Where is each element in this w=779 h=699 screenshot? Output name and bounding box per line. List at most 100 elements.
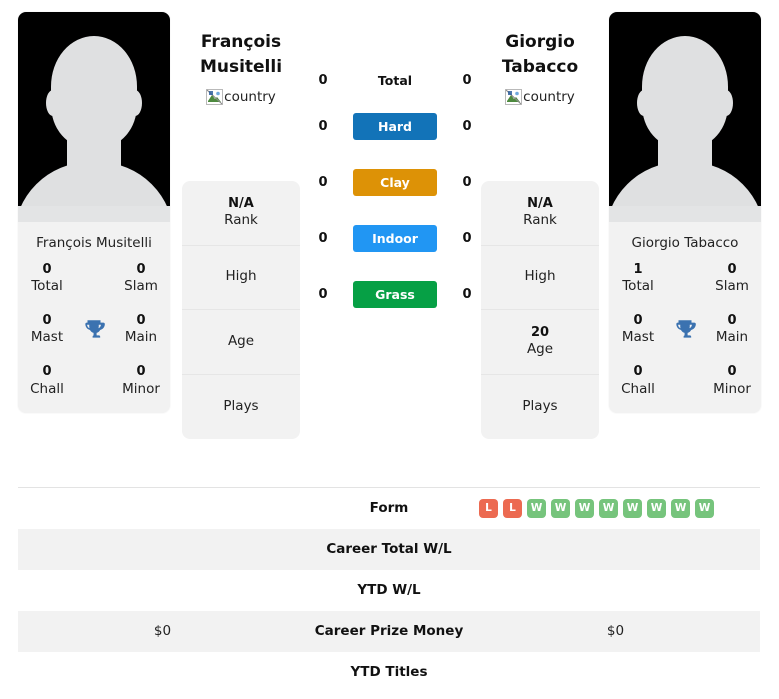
titles-main-label-left: Main [124,329,158,346]
player-card-left[interactable]: François Musitelli 0 Total 0 Slam 0 Mast [18,12,170,414]
titles-mast-label-right: Mast [621,329,655,346]
player-card-right[interactable]: Giorgio Tabacco 1 Total 0 Slam 0 Mast 0 [609,12,761,414]
form-badge-win[interactable]: W [695,498,714,518]
avatar-ear-right-shape [128,90,142,116]
avatar-head-shape [51,36,137,148]
trophy-icon [72,317,116,343]
titles-slam-left: 0 Slam [116,262,166,295]
titles-mast-left: 0 Mast [22,313,72,346]
surface-total-right-value: 0 [462,72,472,88]
info-row-high-right: High [481,246,599,310]
form-badge-win[interactable]: W [551,498,570,518]
titles-chall-right: 0 Chall [613,364,663,397]
surface-indoor-right-value: 0 [462,230,472,246]
info-high-label-right: High [524,268,556,285]
info-rank-value-left: N/A [228,195,254,211]
info-row-age-right: 20 Age [481,310,599,375]
titles-slam-right: 0 Slam [707,262,757,295]
titles-slam-label-right: Slam [715,278,749,295]
avatar-head-shape [642,36,728,148]
career-total-wl-right [471,529,760,570]
form-badge-loss[interactable]: L [503,498,522,518]
titles-minor-label-left: Minor [122,380,160,397]
titles-chall-value-left: 0 [42,364,52,380]
titles-main-right: 0 Main [707,313,757,346]
form-badge-win[interactable]: W [623,498,642,518]
player-heading-block-left: François Musitelli country [178,30,304,109]
career-prize-money-label: Career Prize Money [314,623,464,639]
ytd-titles-label: YTD Titles [350,664,428,680]
info-row-rank-right: N/A Rank [481,181,599,246]
titles-chall-label-right: Chall [621,380,655,397]
career-prize-money-right: $0 [606,623,625,639]
surface-badge-grass[interactable]: Grass [353,280,437,308]
titles-minor-label-right: Minor [713,380,751,397]
table-row: YTD W/L [18,570,760,611]
career-stats-table: Form LLWWWWWWWW Career Total W/L YTD W/L… [18,487,760,693]
titles-grid-left: 0 Total 0 Slam 0 Mast 0 Main 0 Chall 0 M… [18,262,170,414]
titles-main-value-left: 0 [136,313,146,329]
player-heading-block-right: Giorgio Tabacco country [477,30,603,109]
form-row-label: Form [369,500,409,517]
titles-mast-value-right: 0 [633,313,643,329]
info-rank-label-right: Rank [523,212,557,229]
titles-minor-value-left: 0 [136,364,146,380]
surface-badge-hard[interactable]: Hard [353,112,437,140]
info-age-label-right: Age [526,341,554,358]
form-badge-loss[interactable]: L [479,498,498,518]
broken-image-icon [505,89,523,106]
titles-total-label-right: Total [622,278,654,295]
broken-image-icon [206,89,224,106]
player-info-card-left: N/A Rank High Age Plays [182,181,300,439]
info-plays-label-right: Plays [522,397,558,414]
player-card-name-left: François Musitelli [18,222,170,262]
form-badge-win[interactable]: W [671,498,690,518]
surface-clay-right-value: 0 [462,174,472,190]
surface-row-indoor: 0 Indoor 0 [310,210,480,266]
country-flag-right: country [505,89,575,106]
career-total-wl-label: Career Total W/L [326,541,452,557]
form-badge-win[interactable]: W [599,498,618,518]
titles-slam-label-left: Slam [124,278,158,295]
surface-badge-clay[interactable]: Clay [353,168,437,196]
surface-grass-right-value: 0 [462,286,472,302]
surface-total-left-value: 0 [318,72,328,88]
info-rank-value-right: N/A [527,195,553,211]
ytd-wl-right [471,570,760,611]
table-row: Form LLWWWWWWWW [18,488,760,529]
info-row-age-left: Age [182,310,300,375]
ytd-titles-left [18,652,307,693]
info-row-high-left: High [182,246,300,310]
titles-total-label-left: Total [31,278,63,295]
page-title-left: François Musitelli [199,32,283,77]
info-row-plays-right: Plays [481,375,599,440]
info-high-label-left: High [225,268,257,285]
form-badge-win[interactable]: W [647,498,666,518]
surface-indoor-left-value: 0 [318,230,328,246]
player-avatar-left [18,12,170,222]
titles-total-left: 0 Total [22,262,72,295]
surface-row-grass: 0 Grass 0 [310,266,480,322]
form-badge-win[interactable]: W [527,498,546,518]
surface-hard-right-value: 0 [462,118,472,134]
titles-mast-value-left: 0 [42,313,52,329]
surface-row-total: 0 Total 0 [310,62,480,98]
info-rank-label-left: Rank [224,212,258,229]
surface-hard-left-value: 0 [318,118,328,134]
table-row: Career Total W/L [18,528,760,570]
titles-chall-left: 0 Chall [22,364,72,397]
info-plays-label-left: Plays [223,397,259,414]
info-row-rank-left: N/A Rank [182,181,300,246]
titles-minor-right: 0 Minor [707,364,757,397]
table-row: $0 Career Prize Money $0 [18,610,760,652]
surface-grass-left-value: 0 [318,286,328,302]
form-badge-win[interactable]: W [575,498,594,518]
surface-total-label: Total [377,72,413,88]
titles-grid-right: 1 Total 0 Slam 0 Mast 0 Main 0 Chall 0 M… [609,262,761,414]
avatar-shoulder-shade [609,206,761,222]
player-card-name-right: Giorgio Tabacco [609,222,761,262]
avatar-ear-left-shape [46,90,60,116]
avatar-ear-left-shape [637,90,651,116]
surface-badge-indoor[interactable]: Indoor [353,224,437,252]
titles-main-left: 0 Main [116,313,166,346]
